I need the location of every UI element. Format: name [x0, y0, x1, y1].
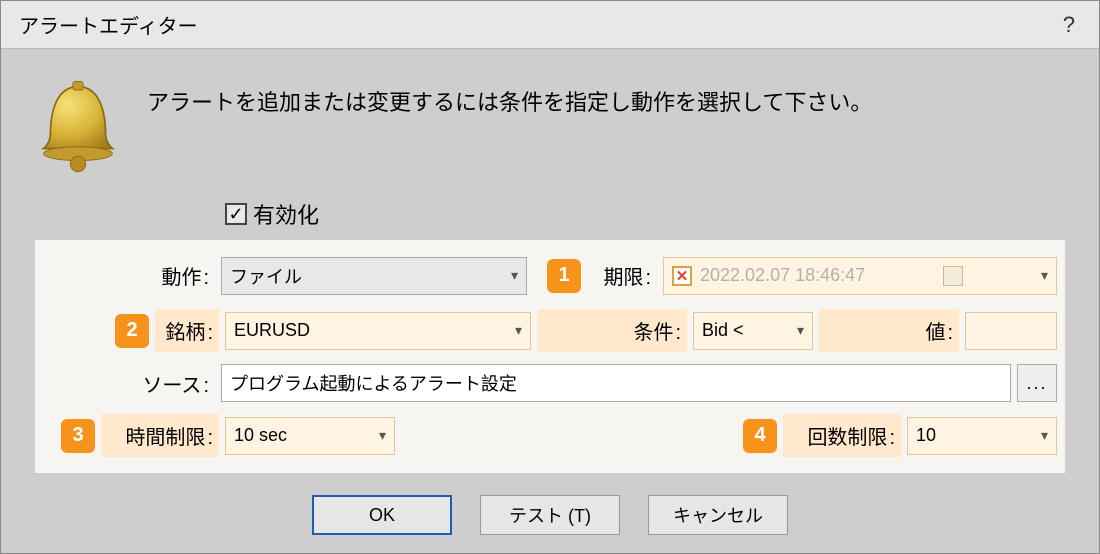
chevron-down-icon: ▾: [515, 322, 522, 339]
source-label: ソース: [43, 369, 215, 398]
clear-date-icon[interactable]: ✕: [672, 266, 692, 286]
timeout-select[interactable]: 10 sec ▾: [225, 417, 395, 455]
symbol-select[interactable]: EURUSD ▾: [225, 312, 531, 350]
action-value: ファイル: [230, 263, 302, 289]
action-select[interactable]: ファイル ▾: [221, 257, 527, 295]
enable-label: 有効化: [253, 198, 319, 230]
maxiter-select[interactable]: 10 ▾: [907, 417, 1057, 455]
chevron-down-icon: ▾: [1041, 427, 1048, 444]
source-input[interactable]: プログラム起動によるアラート設定: [221, 364, 1011, 402]
badge-2: 2: [115, 314, 149, 348]
value-input[interactable]: [965, 312, 1057, 350]
timeout-value: 10 sec: [234, 425, 287, 446]
button-bar: OK テスト (T) キャンセル: [35, 495, 1065, 535]
condition-value: Bid <: [702, 320, 744, 341]
action-label: 動作: [43, 261, 215, 290]
source-value: プログラム起動によるアラート設定: [230, 370, 517, 396]
maxiter-label: 回数制限: [783, 414, 901, 457]
test-button[interactable]: テスト (T): [480, 495, 620, 535]
expiration-label: 期限: [587, 254, 657, 297]
chevron-down-icon: ▾: [379, 427, 386, 444]
badge-1: 1: [547, 259, 581, 293]
ellipsis-icon: ...: [1026, 373, 1047, 394]
badge-3: 3: [61, 419, 95, 453]
timeout-label: 時間制限: [101, 414, 219, 457]
chevron-down-icon: ▾: [797, 322, 804, 339]
window-title: アラートエディター: [19, 10, 198, 39]
condition-select[interactable]: Bid < ▾: [693, 312, 813, 350]
symbol-label: 銘柄: [155, 309, 219, 352]
browse-button[interactable]: ...: [1017, 364, 1057, 402]
dialog-content: アラートを追加または変更するには条件を指定し動作を選択して下さい。 ✓ 有効化 …: [1, 49, 1099, 535]
enable-checkbox[interactable]: ✓: [225, 203, 247, 225]
bell-icon: [35, 79, 121, 180]
cancel-button[interactable]: キャンセル: [648, 495, 788, 535]
instruction-text: アラートを追加または変更するには条件を指定し動作を選択して下さい。: [147, 79, 872, 117]
chevron-down-icon: ▾: [1041, 267, 1048, 284]
ok-button[interactable]: OK: [312, 495, 452, 535]
expiration-value: 2022.02.07 18:46:47: [700, 265, 865, 286]
chevron-down-icon: ▾: [511, 267, 518, 284]
expiration-field[interactable]: ✕ 2022.02.07 18:46:47 ▾: [663, 257, 1057, 295]
symbol-value: EURUSD: [234, 320, 310, 341]
calendar-icon[interactable]: [943, 266, 963, 286]
condition-label: 条件: [537, 309, 687, 352]
title-bar: アラートエディター ?: [1, 1, 1099, 49]
help-button[interactable]: ?: [1057, 12, 1081, 38]
value-label: 値: [819, 309, 959, 352]
badge-4: 4: [743, 419, 777, 453]
maxiter-value: 10: [916, 425, 936, 446]
form-panel: 動作 ファイル ▾ 1 期限 ✕ 2022.02.07 18:46:47 ▾ 2…: [35, 240, 1065, 473]
